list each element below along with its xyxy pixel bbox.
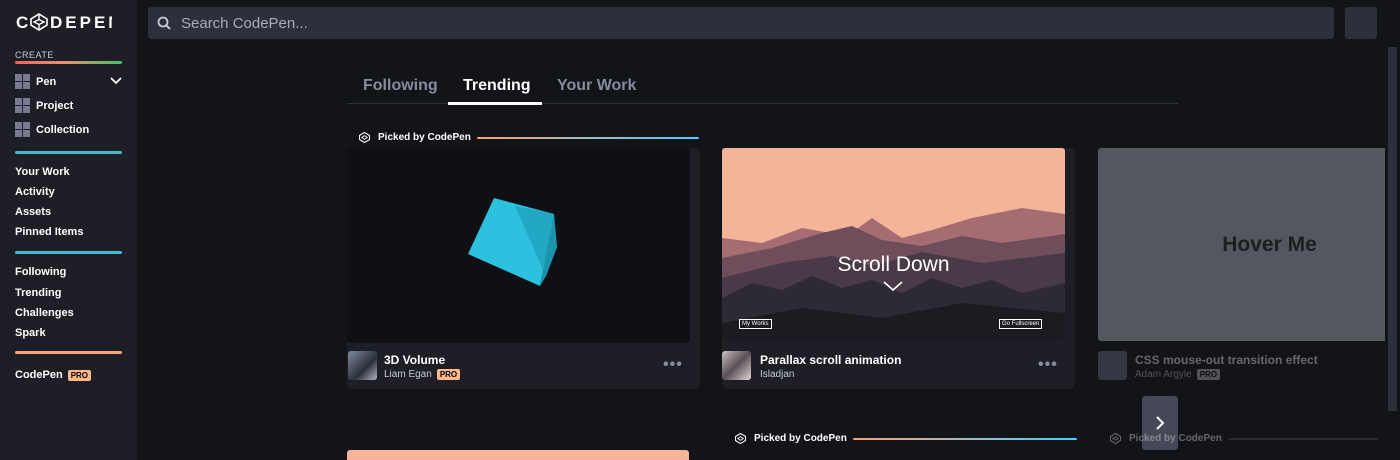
pro-badge: PRO — [1196, 369, 1221, 380]
tab-following[interactable]: Following — [363, 77, 438, 95]
sidebar-item-challenges[interactable]: Challenges — [15, 307, 74, 319]
codepen-cube-icon — [1110, 433, 1121, 444]
codepen-cube-icon — [359, 132, 370, 143]
pen-grid-icon — [15, 74, 30, 89]
tab-your-work[interactable]: Your Work — [557, 77, 636, 95]
sidebar-item-pinned-items[interactable]: Pinned Items — [15, 226, 83, 238]
sidebar-item-assets[interactable]: Assets — [15, 206, 51, 218]
hover-me-text: Hover Me — [1222, 233, 1317, 256]
sidebar-item-trending[interactable]: Trending — [15, 287, 61, 299]
tab-trending[interactable]: Trending — [463, 77, 531, 95]
project-grid-icon — [15, 98, 30, 113]
codepen-wordmark-icon: C DEPEN — [16, 13, 112, 31]
author-name: Isladjan — [760, 369, 795, 380]
feed-tabs: Following Trending Your Work — [347, 72, 1178, 104]
sidebar-item-following[interactable]: Following — [15, 266, 66, 278]
picked-by-codepen-label: Picked by CodePen — [1110, 433, 1378, 444]
section-divider — [15, 351, 122, 354]
pen-author[interactable]: Liam Egan PRO — [384, 369, 461, 380]
picked-gradient-line — [852, 437, 1077, 440]
sidebar-item-pen[interactable]: Pen — [15, 74, 56, 89]
pen-preview-parallax[interactable]: Scroll Down My Works Go Fullscreen — [722, 148, 1065, 341]
pen-preview-3d-volume[interactable] — [347, 148, 690, 343]
avatar[interactable] — [722, 351, 751, 380]
pen-card[interactable]: 3D Volume Liam Egan PRO ••• — [347, 148, 700, 389]
codepen-cube-icon — [735, 433, 746, 444]
picked-label-text: Picked by CodePen — [754, 433, 847, 444]
picked-gradient-line — [1227, 437, 1378, 440]
picked-gradient-line — [476, 136, 699, 139]
codepen-logo[interactable]: C DEPEN — [15, 11, 113, 33]
sidebar-item-collection[interactable]: Collection — [15, 122, 89, 137]
scrollbar-thumb[interactable] — [1388, 47, 1397, 411]
section-divider — [15, 251, 122, 254]
picked-by-codepen-label: Picked by CodePen — [359, 132, 699, 143]
collection-grid-icon — [15, 122, 30, 137]
pen-title[interactable]: 3D Volume — [384, 353, 445, 367]
pro-badge: PRO — [436, 369, 461, 380]
chevron-down-icon — [883, 281, 903, 291]
pen-title[interactable]: CSS mouse-out transition effect — [1135, 353, 1318, 367]
chevron-right-icon — [1156, 416, 1165, 430]
pen-title[interactable]: Parallax scroll animation — [760, 353, 901, 367]
more-options-button[interactable]: ••• — [1038, 357, 1058, 373]
avatar[interactable] — [1098, 351, 1127, 380]
pen-card[interactable]: Hover Me CSS mouse-out transition effect… — [1098, 148, 1385, 389]
pen-card[interactable]: Scroll Down My Works Go Fullscreen Paral… — [722, 148, 1075, 389]
scroll-down-text: Scroll Down — [837, 253, 950, 276]
more-options-button[interactable]: ••• — [663, 357, 683, 373]
pen-author[interactable]: Adam Argyle PRO — [1135, 369, 1221, 380]
svg-text:C: C — [16, 13, 31, 31]
sidebar-item-label: Project — [36, 99, 74, 112]
go-fullscreen-button[interactable]: Go Fullscreen — [999, 319, 1043, 329]
pen-preview-partial[interactable] — [347, 450, 689, 460]
search-input[interactable] — [181, 14, 1281, 32]
pen-author[interactable]: Isladjan — [760, 369, 794, 380]
section-divider — [15, 151, 122, 154]
avatar[interactable] — [348, 351, 377, 380]
sidebar-item-activity[interactable]: Activity — [15, 186, 55, 198]
active-tab-indicator — [448, 102, 542, 105]
picked-by-codepen-label: Picked by CodePen — [735, 433, 1077, 444]
sidebar-item-spark[interactable]: Spark — [15, 327, 46, 339]
picked-label-text: Picked by CodePen — [378, 132, 471, 143]
picked-label-text: Picked by CodePen — [1129, 433, 1222, 444]
search-bar[interactable] — [148, 7, 1334, 39]
search-icon — [157, 16, 171, 30]
my-works-button[interactable]: My Works — [739, 319, 772, 329]
sidebar-item-label: Pen — [36, 75, 57, 88]
top-right-button[interactable] — [1345, 7, 1377, 39]
sidebar-item-project[interactable]: Project — [15, 98, 73, 113]
app-root: C DEPEN CREATE Pen Project Collection — [0, 0, 1400, 460]
create-divider — [15, 61, 122, 64]
sidebar-item-label: CodePen — [15, 369, 63, 381]
chevron-down-icon[interactable] — [110, 76, 122, 86]
author-name: Adam Argyle — [1135, 369, 1192, 380]
sidebar-item-label: Collection — [36, 123, 90, 136]
create-section-label: CREATE — [15, 50, 54, 60]
author-name: Liam Egan — [384, 369, 432, 380]
sidebar: C DEPEN CREATE Pen Project Collection — [0, 0, 137, 460]
sidebar-item-codepen-pro[interactable]: CodePen PRO — [15, 369, 92, 381]
pro-badge: PRO — [67, 369, 92, 381]
mountain-landscape-image — [722, 208, 1065, 341]
pen-preview-hover[interactable]: Hover Me — [1098, 148, 1385, 341]
cube-preview-image — [468, 198, 557, 286]
sidebar-item-your-work[interactable]: Your Work — [15, 166, 70, 178]
svg-text:DEPEN: DEPEN — [50, 13, 112, 31]
